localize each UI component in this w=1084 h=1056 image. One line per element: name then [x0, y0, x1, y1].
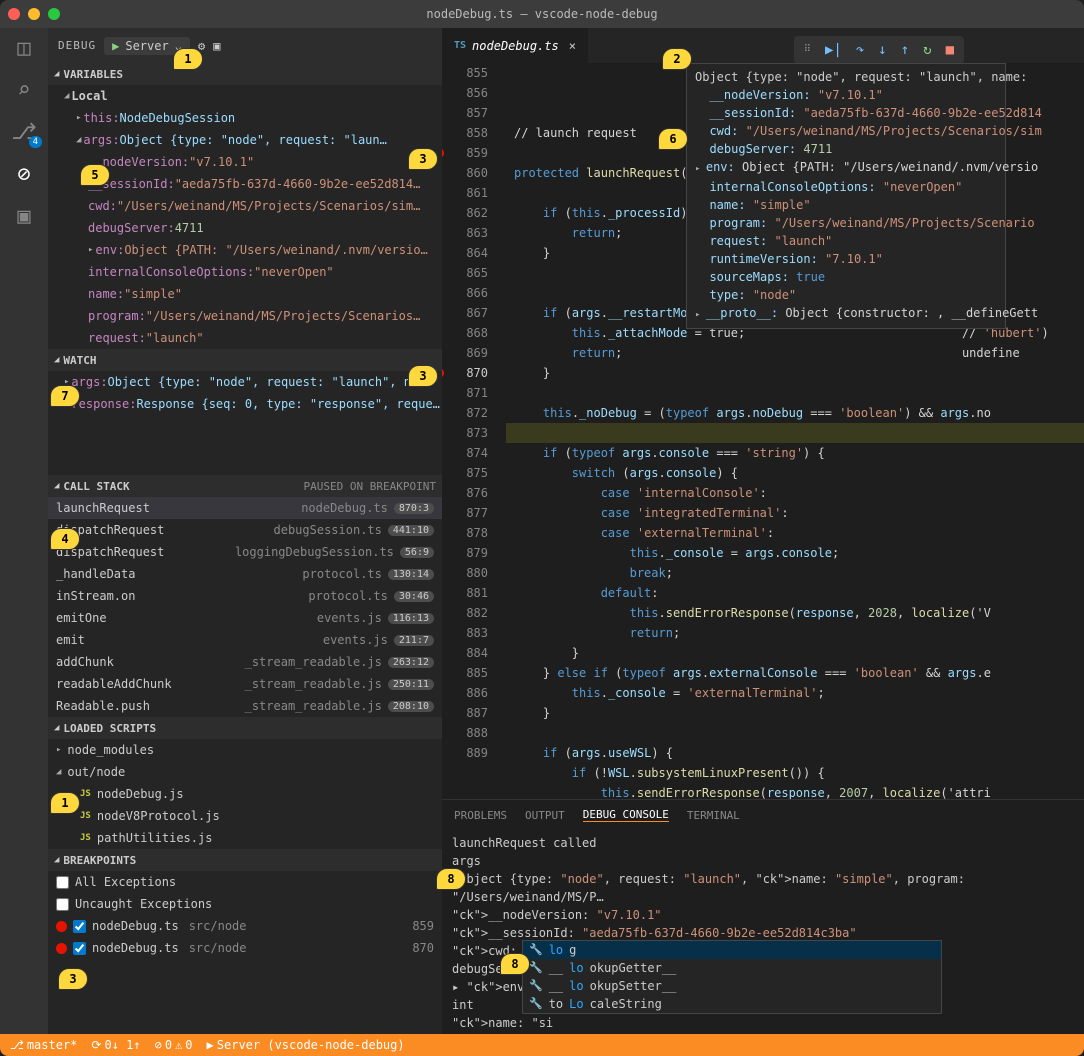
loaded-scripts-tree[interactable]: ▸ node_modules◢ out/nodeJS nodeDebug.jsJ…	[48, 739, 442, 849]
annotation-callout: 1	[173, 48, 203, 70]
annotation-callout: 8	[436, 868, 466, 890]
grip-icon[interactable]: ⠿	[804, 44, 811, 55]
annotation-callout: 4	[50, 528, 80, 550]
panel-tab[interactable]: OUTPUT	[525, 809, 565, 822]
stop-icon[interactable]: ■	[946, 42, 954, 58]
window-title: nodeDebug.ts — vscode-node-debug	[0, 7, 1084, 21]
loaded-scripts-header[interactable]: ◢LOADED SCRIPTS	[48, 717, 442, 739]
panel-tab[interactable]: PROBLEMS	[454, 809, 507, 822]
debug-hover[interactable]: Object {type: "node", request: "launch",…	[686, 63, 1006, 329]
git-sync[interactable]: ⟳ 0↓ 1↑	[91, 1038, 140, 1052]
stack-frame[interactable]: dispatchRequestdebugSession.ts441:10	[48, 519, 442, 541]
debug-console[interactable]: launchRequest calledargs▸Object {type: "…	[442, 830, 1084, 1034]
debug-console-icon[interactable]: ▣	[213, 39, 220, 53]
stack-frame[interactable]: readableAddChunk_stream_readable.js250:1…	[48, 673, 442, 695]
annotation-callout: 3	[408, 365, 438, 387]
typescript-icon: TS	[454, 40, 466, 51]
debug-icon[interactable]: ⊘	[12, 162, 36, 186]
panel: PROBLEMS OUTPUT DEBUG CONSOLE TERMINAL laun…	[442, 799, 1084, 1034]
breakpoints-header[interactable]: ◢BREAKPOINTS	[48, 849, 442, 871]
errors[interactable]: ⊘ 0 ⚠ 0	[155, 1038, 193, 1052]
stack-frame[interactable]: dispatchRequestloggingDebugSession.ts56:…	[48, 541, 442, 563]
callstack-list[interactable]: launchRequestnodeDebug.ts870:3dispatchRe…	[48, 497, 442, 717]
search-icon[interactable]: ⌕	[12, 78, 36, 102]
annotation-callout: 2	[662, 48, 692, 70]
step-out-icon[interactable]: ↑	[901, 42, 909, 58]
stack-frame[interactable]: emitevents.js211:7	[48, 629, 442, 651]
annotation-callout: 3	[408, 148, 438, 170]
annotation-callout: 1	[50, 792, 80, 814]
panel-tabs[interactable]: PROBLEMS OUTPUT DEBUG CONSOLE TERMINAL	[442, 800, 1084, 830]
variables-header[interactable]: ◢VARIABLES	[48, 63, 442, 85]
callstack-header[interactable]: ◢CALL STACKPAUSED ON BREAKPOINT	[48, 475, 442, 497]
annotation-callout: 5	[80, 164, 110, 186]
explorer-icon[interactable]: ◫	[12, 36, 36, 60]
start-debug-icon[interactable]: ▶	[112, 39, 119, 53]
statusbar[interactable]: ⎇ master* ⟳ 0↓ 1↑ ⊘ 0 ⚠ 0 ▶ Server (vsco…	[0, 1034, 1084, 1056]
restart-icon[interactable]: ↻	[923, 42, 931, 58]
annotation-callout: 7	[50, 385, 80, 407]
debug-toolbar[interactable]: ⠿ ▶| ↷ ↓ ↑ ↻ ■	[794, 36, 964, 64]
stack-frame[interactable]: addChunk_stream_readable.js263:12	[48, 651, 442, 673]
gutter[interactable]: 8558568578588598608618628638648658668678…	[442, 63, 506, 799]
suggest-widget[interactable]: 🔧log🔧__lookupGetter__🔧__lookupSetter__🔧t…	[522, 940, 942, 1014]
watch-header[interactable]: ◢WATCH	[48, 349, 442, 371]
step-into-icon[interactable]: ↓	[878, 42, 886, 58]
step-over-icon[interactable]: ↷	[856, 42, 864, 58]
stack-frame[interactable]: emitOneevents.js116:13	[48, 607, 442, 629]
close-icon[interactable]: ×	[569, 39, 576, 53]
panel-tab[interactable]: TERMINAL	[687, 809, 740, 822]
variables-tree[interactable]: ◢Local ▸this: NodeDebugSession ◢args: Ob…	[48, 85, 442, 349]
extensions-icon[interactable]: ▣	[12, 204, 36, 228]
breakpoints-list[interactable]: All Exceptions Uncaught Exceptions nodeD…	[48, 871, 442, 959]
activity-bar: ◫ ⌕ ⎇4 ⊘ ▣	[0, 28, 48, 1034]
panel-tab[interactable]: DEBUG CONSOLE	[583, 808, 669, 822]
annotation-callout: 8	[500, 953, 530, 975]
titlebar[interactable]: nodeDebug.ts — vscode-node-debug	[0, 0, 1084, 28]
stack-frame[interactable]: _handleDataprotocol.ts130:14	[48, 563, 442, 585]
scm-icon[interactable]: ⎇4	[12, 120, 36, 144]
git-branch[interactable]: ⎇ master*	[10, 1038, 77, 1052]
continue-icon[interactable]: ▶|	[825, 42, 842, 58]
debug-header: DEBUG ▶ Server ⌄ ⚙ ▣	[48, 28, 442, 63]
stack-frame[interactable]: Readable.push_stream_readable.js208:10	[48, 695, 442, 717]
annotation-callout: 6	[658, 128, 688, 150]
stack-frame[interactable]: launchRequestnodeDebug.ts870:3	[48, 497, 442, 519]
editor-tabbar: TS nodeDebug.ts × ⠿ ▶| ↷ ↓ ↑ ↻ ■	[442, 28, 1084, 63]
debug-status[interactable]: ▶ Server (vscode-node-debug)	[207, 1038, 405, 1052]
editor-tab[interactable]: TS nodeDebug.ts ×	[442, 28, 589, 63]
annotation-callout: 3	[58, 968, 88, 990]
code-area[interactable]: Object {type: "node", request: "launch",…	[506, 63, 1084, 799]
watch-tree[interactable]: ▸args: Object {type: "node", request: "l…	[48, 371, 442, 415]
stack-frame[interactable]: inStream.onprotocol.ts30:46	[48, 585, 442, 607]
editor[interactable]: 8558568578588598608618628638648658668678…	[442, 63, 1084, 799]
